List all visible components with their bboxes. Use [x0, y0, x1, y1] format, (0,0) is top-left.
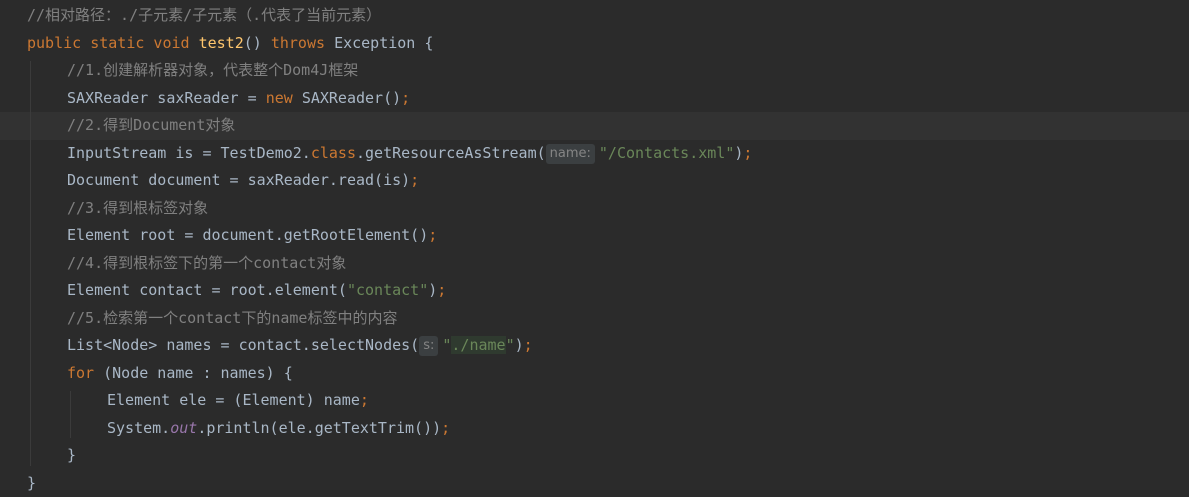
code-text: //5.检索第一个contact下的name标签中的内容 — [67, 305, 397, 333]
code-token-keyword: ; — [743, 143, 753, 162]
code-token-keyword: ; — [359, 391, 369, 409]
code-line[interactable]: //相对路径：./子元素/子元素（.代表了当前元素） — [0, 2, 1189, 30]
code-line[interactable]: } — [0, 470, 1189, 497]
code-token-comment: //相对路径：./子元素/子元素（.代表了当前元素） — [27, 6, 382, 24]
code-text: Element contact = root.element("contact"… — [67, 277, 446, 305]
code-token-plain: System. — [107, 418, 171, 437]
code-text: //相对路径：./子元素/子元素（.代表了当前元素） — [27, 2, 381, 30]
code-line[interactable]: } — [0, 442, 1189, 470]
code-token-plain: .println(ele.getTextTrim()) — [197, 418, 442, 437]
code-token-keyword: ; — [410, 171, 420, 189]
indent-guide — [30, 61, 31, 466]
code-token-string: "/Contacts.xml" — [598, 143, 735, 162]
code-line[interactable]: Element root = document.getRootElement()… — [0, 222, 1189, 250]
code-token-plain: () — [243, 33, 271, 52]
code-token-plain: InputStream is = TestDemo2. — [67, 143, 311, 162]
code-token-string-hl: ./name — [451, 336, 506, 354]
code-token-method: test2 — [198, 33, 244, 52]
parameter-hint: name: — [545, 143, 595, 164]
code-token-plain: List<Node> names = contact.selectNodes( — [67, 336, 420, 354]
code-token-plain: } — [67, 446, 77, 464]
code-token-comment: //2.得到Document对象 — [67, 116, 236, 134]
code-line[interactable]: for (Node name : names) { — [0, 360, 1189, 388]
code-token-plain: Element ele = (Element) name — [107, 391, 360, 409]
code-text: List<Node> names = contact.selectNodes(s… — [67, 332, 533, 360]
code-line[interactable]: //3.得到根标签对象 — [0, 195, 1189, 223]
code-text: for (Node name : names) { — [67, 360, 293, 388]
code-token-comment: //3.得到根标签对象 — [67, 198, 209, 217]
code-text: InputStream is = TestDemo2.class.getReso… — [67, 140, 752, 168]
code-line[interactable]: SAXReader saxReader = new SAXReader(); — [0, 85, 1189, 113]
code-text: Element ele = (Element) name; — [107, 387, 369, 415]
code-text: SAXReader saxReader = new SAXReader(); — [67, 85, 410, 113]
code-text: } — [67, 442, 76, 470]
code-token-comment: //5.检索第一个contact下的name标签中的内容 — [67, 308, 398, 327]
code-token-comment: //4.得到根标签下的第一个contact对象 — [67, 253, 347, 272]
code-token-keyword: public static void — [27, 33, 199, 52]
code-text: //3.得到根标签对象 — [67, 195, 208, 223]
code-token-keyword: class — [310, 143, 356, 162]
code-text: System.out.println(ele.getTextTrim()); — [107, 415, 450, 443]
code-token-keyword: ; — [401, 88, 411, 107]
code-text: Element root = document.getRootElement()… — [67, 222, 437, 250]
code-token-plain: ) — [428, 281, 438, 299]
code-line[interactable]: Document document = saxReader.read(is); — [0, 167, 1189, 195]
code-editor[interactable]: //相对路径：./子元素/子元素（.代表了当前元素） public static … — [0, 0, 1189, 497]
code-text: //4.得到根标签下的第一个contact对象 — [67, 250, 346, 278]
code-line[interactable]: List<Node> names = contact.selectNodes(s… — [0, 332, 1189, 360]
code-line[interactable]: //4.得到根标签下的第一个contact对象 — [0, 250, 1189, 278]
code-line[interactable]: Element ele = (Element) name; — [0, 387, 1189, 415]
code-token-keyword: ; — [441, 418, 451, 437]
code-line[interactable]: //5.检索第一个contact下的name标签中的内容 — [0, 305, 1189, 333]
code-line[interactable]: InputStream is = TestDemo2.class.getReso… — [0, 140, 1189, 168]
code-token-plain: SAXReader saxReader = — [67, 88, 266, 107]
code-text: //1.创建解析器对象，代表整个Dom4J框架 — [67, 57, 358, 85]
code-token-comment: //1.创建解析器对象，代表整个Dom4J框架 — [67, 61, 359, 79]
code-token-keyword: throws — [270, 33, 335, 52]
code-token-keyword: ; — [437, 281, 447, 299]
code-text: public static void test2() throws Except… — [27, 30, 433, 58]
code-token-keyword: new — [265, 88, 302, 107]
parameter-hint: s: — [419, 336, 439, 356]
code-token-plain: Document document = saxReader.read(is) — [67, 171, 411, 189]
code-text: } — [27, 470, 36, 497]
indent-guide — [70, 391, 71, 438]
code-token-plain: Exception { — [334, 33, 434, 52]
code-token-plain: } — [27, 473, 37, 492]
code-line-current[interactable]: //2.得到Document对象 — [0, 112, 1189, 140]
code-text: //2.得到Document对象 — [67, 112, 235, 140]
code-token-plain: .getResourceAsStream( — [356, 143, 546, 162]
code-text: Document document = saxReader.read(is); — [67, 167, 419, 195]
code-token-plain: Element contact = root.element( — [67, 281, 347, 299]
code-token-keyword: ; — [428, 226, 438, 244]
code-token-keyword: ; — [523, 336, 533, 354]
code-token-plain: Element root = document.getRootElement() — [67, 226, 429, 244]
code-line[interactable]: Element contact = root.element("contact"… — [0, 277, 1189, 305]
code-token-string: "contact" — [346, 281, 429, 299]
code-token-field: out — [170, 418, 198, 437]
code-line[interactable]: System.out.println(ele.getTextTrim()); — [0, 415, 1189, 443]
code-token-string: " — [505, 336, 515, 354]
code-token-keyword: for — [67, 363, 104, 382]
code-token-plain: SAXReader() — [301, 88, 402, 107]
code-line[interactable]: public static void test2() throws Except… — [0, 30, 1189, 58]
code-token-plain: ) — [514, 336, 524, 354]
code-line[interactable]: //1.创建解析器对象，代表整个Dom4J框架 — [0, 57, 1189, 85]
code-token-plain: (Node name : names) { — [103, 363, 293, 382]
